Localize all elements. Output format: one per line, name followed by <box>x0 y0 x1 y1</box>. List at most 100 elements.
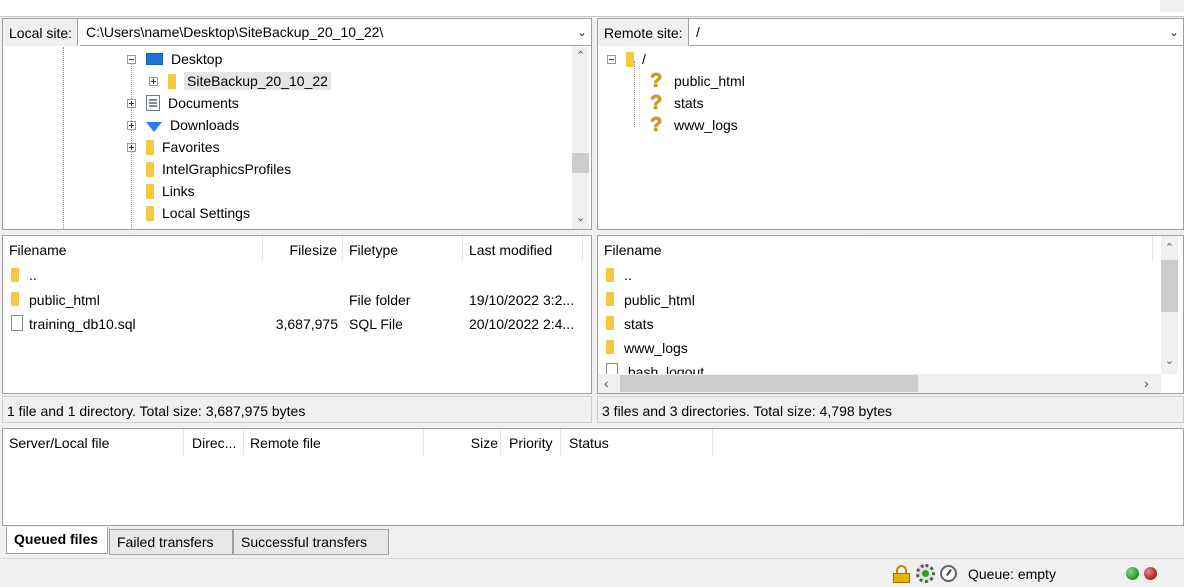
expand-icon[interactable] <box>127 142 136 152</box>
column-size[interactable]: Size <box>424 429 501 455</box>
download-icon <box>146 122 162 132</box>
tree-guide-line <box>63 47 64 229</box>
remote-list-hscrollbar[interactable]: ‹ › <box>598 374 1161 393</box>
question-icon: ? <box>650 91 663 114</box>
remote-site-panel: Remote site: / ⌄ / ? public_html ? stats… <box>597 18 1184 230</box>
local-path-value: C:\Users\name\Desktop\SiteBackup_20_10_2… <box>86 24 384 40</box>
column-filename[interactable]: Filename <box>3 236 263 262</box>
table-row[interactable]: .. <box>3 264 591 288</box>
favorites-folder-icon <box>146 139 154 155</box>
table-row[interactable]: public_html <box>598 288 1158 312</box>
chevron-left-icon[interactable]: ‹ <box>604 375 609 391</box>
local-site-label: Local site: <box>3 19 79 46</box>
remote-path-combo[interactable]: / ⌄ <box>690 19 1183 46</box>
tree-item-desktop[interactable]: Desktop <box>127 48 222 70</box>
chevron-down-icon[interactable]: ⌄ <box>1169 25 1179 39</box>
activity-led-red-icon <box>1144 567 1157 580</box>
chevron-right-icon[interactable]: › <box>1144 375 1149 391</box>
queue-panel: Server/Local file Direc... Remote file S… <box>2 428 1184 526</box>
folder-icon <box>606 340 614 354</box>
links-folder-icon <box>146 183 154 199</box>
top-strip-scrollbar[interactable] <box>1160 0 1184 12</box>
folder-icon <box>606 268 614 282</box>
scroll-thumb[interactable] <box>620 375 918 392</box>
speed-limit-icon[interactable] <box>940 565 957 582</box>
column-last-modified[interactable]: Last modified <box>463 236 583 262</box>
table-row[interactable]: public_html File folder 19/10/2022 3:2..… <box>3 288 591 312</box>
chevron-up-icon[interactable]: ⌃ <box>572 49 589 62</box>
tree-item-favorites[interactable]: Favorites <box>127 136 220 158</box>
folder-icon <box>11 268 19 282</box>
remote-tree: / ? public_html ? stats ? www_logs <box>598 47 1183 229</box>
scroll-thumb[interactable] <box>1161 260 1178 312</box>
local-file-list: ⌃ Filename Filesize Filetype Last modifi… <box>2 235 592 394</box>
folder-icon <box>146 161 154 177</box>
file-icon <box>11 315 23 331</box>
lock-icon <box>893 565 910 583</box>
chevron-down-icon[interactable]: ⌄ <box>577 25 587 39</box>
tree-item-public-html[interactable]: ? public_html <box>650 70 745 92</box>
question-icon: ? <box>650 69 663 92</box>
local-site-panel: Local site: C:\Users\name\Desktop\SiteBa… <box>2 18 592 230</box>
column-direction[interactable]: Direc... <box>184 429 244 455</box>
remote-file-list: ⌃ Filename .. public_html stats www_logs… <box>597 235 1184 394</box>
expand-icon[interactable] <box>127 120 136 130</box>
folder-icon <box>146 205 154 221</box>
expand-icon[interactable] <box>149 76 158 86</box>
folder-icon <box>626 51 634 67</box>
column-status[interactable]: Status <box>561 429 713 455</box>
collapse-icon[interactable] <box>127 54 136 64</box>
remote-status: 3 files and 3 directories. Total size: 4… <box>597 396 1184 423</box>
local-tree-scrollbar[interactable]: ⌃ ⌄ <box>572 47 589 229</box>
table-row[interactable]: .bash_logout <box>598 360 1158 374</box>
column-filename[interactable]: Filename <box>598 236 1153 262</box>
tree-item-intelgraphicsprofiles[interactable]: IntelGraphicsProfiles <box>146 158 291 180</box>
tab-queued-files[interactable]: Queued files <box>6 527 108 554</box>
chevron-down-icon[interactable]: ⌄ <box>1161 354 1178 367</box>
documents-icon <box>146 95 160 111</box>
column-filesize[interactable]: Filesize <box>263 236 343 262</box>
table-row[interactable]: stats <box>598 312 1158 336</box>
table-row[interactable]: .. <box>598 264 1158 288</box>
tree-item-root[interactable]: / <box>607 48 646 70</box>
tab-successful-transfers[interactable]: Successful transfers <box>233 529 389 555</box>
tree-guide-line <box>634 61 635 127</box>
folder-icon <box>606 292 614 306</box>
local-tree: Desktop SiteBackup_20_10_22 Documents Do… <box>3 47 573 229</box>
remote-site-label: Remote site: <box>598 19 689 46</box>
table-row[interactable]: training_db10.sql 3,687,975 SQL File 20/… <box>3 312 591 336</box>
top-strip <box>0 0 1184 17</box>
local-path-combo[interactable]: C:\Users\name\Desktop\SiteBackup_20_10_2… <box>80 19 591 46</box>
tree-item-sitebackup[interactable]: SiteBackup_20_10_22 <box>149 70 331 92</box>
question-icon: ? <box>650 113 663 136</box>
folder-icon <box>168 73 176 89</box>
tree-item-documents[interactable]: Documents <box>127 92 239 114</box>
scroll-thumb[interactable] <box>572 153 589 173</box>
activity-led-green-icon <box>1126 567 1139 580</box>
desktop-icon <box>146 53 163 65</box>
tab-failed-transfers[interactable]: Failed transfers <box>109 529 233 555</box>
tree-item-www-logs[interactable]: ? www_logs <box>650 114 738 136</box>
gear-icon <box>916 564 935 583</box>
chevron-up-icon[interactable]: ⌃ <box>1161 241 1178 254</box>
collapse-icon[interactable] <box>607 54 616 64</box>
folder-icon <box>11 292 19 306</box>
column-server-local-file[interactable]: Server/Local file <box>3 429 184 455</box>
tree-item-local-settings[interactable]: Local Settings <box>146 202 250 224</box>
expand-icon[interactable] <box>127 98 136 108</box>
remote-list-scrollbar[interactable]: ⌃ ⌄ <box>1161 236 1178 374</box>
chevron-down-icon[interactable]: ⌄ <box>572 211 589 224</box>
file-icon <box>606 363 618 374</box>
local-status: 1 file and 1 directory. Total size: 3,68… <box>2 396 592 423</box>
tree-item-stats[interactable]: ? stats <box>650 92 704 114</box>
column-filetype[interactable]: Filetype <box>343 236 463 262</box>
column-remote-file[interactable]: Remote file <box>244 429 424 455</box>
tree-item-links[interactable]: Links <box>146 180 195 202</box>
table-row[interactable]: www_logs <box>598 336 1158 360</box>
folder-icon <box>606 316 614 330</box>
bottom-status-bar: Queue: empty <box>0 558 1184 587</box>
column-priority[interactable]: Priority <box>501 429 561 455</box>
remote-path-value: / <box>696 24 700 40</box>
tree-item-downloads[interactable]: Downloads <box>127 114 239 136</box>
queue-status-text: Queue: empty <box>968 566 1056 582</box>
